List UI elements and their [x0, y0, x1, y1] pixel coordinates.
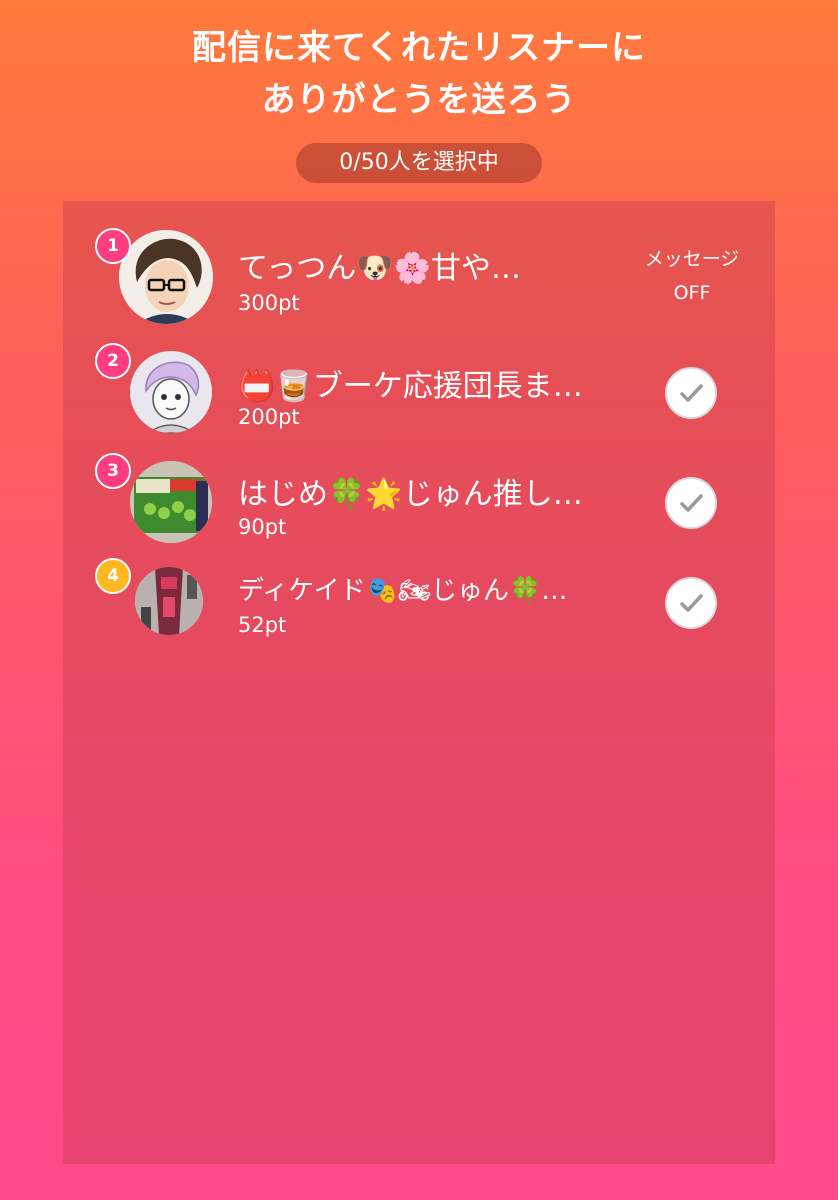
listener-name: てっつん🐶🌸甘や… — [238, 251, 521, 286]
off-label: OFF — [673, 282, 711, 304]
message-label: メッセージ — [644, 248, 740, 270]
listener-points: 200pt — [238, 405, 300, 429]
checkmark-icon — [680, 494, 703, 512]
rank-badge: 2 — [95, 343, 131, 379]
checkmark-icon — [680, 594, 703, 612]
listener-name: はじめ🍀🌟じゅん推し… — [238, 477, 583, 512]
avatar — [119, 230, 213, 324]
selection-count-badge: 0/50人を選択中 — [296, 143, 542, 183]
page-title: 配信に来てくれたリスナーに ありがとうを送ろう — [0, 22, 838, 126]
listener-row-2[interactable]: 2 📛🥃ブーケ応援団長ま… 200pt — [63, 341, 775, 451]
listener-row-3[interactable]: 3 はじめ🍀🌟じゅん推し… 90pt — [63, 451, 775, 561]
listener-points: 300pt — [238, 291, 300, 315]
listener-row-4[interactable]: 4 ディケイド🎭🏍じゅん🍀… 52pt — [63, 558, 775, 671]
avatar — [130, 351, 212, 433]
avatar — [130, 461, 212, 543]
avatar — [135, 567, 203, 635]
listener-list: 1 てっつん🐶🌸甘や… 300pt メッセージ OFF 2 📛🥃ブーケ応援団長ま… — [63, 201, 775, 1164]
checkmark-icon — [680, 384, 703, 402]
title-line-2: ありがとうを送ろう — [261, 80, 577, 120]
listener-points: 52pt — [238, 613, 287, 637]
select-checkbox[interactable] — [665, 477, 717, 529]
listener-points: 90pt — [238, 515, 287, 539]
rank-badge: 1 — [95, 228, 131, 264]
rank-badge: 4 — [95, 558, 131, 594]
select-checkbox[interactable] — [665, 577, 717, 629]
listener-name: 📛🥃ブーケ応援団長ま… — [238, 369, 583, 404]
title-line-1: 配信に来てくれたリスナーに — [192, 28, 646, 68]
listener-row-1: 1 てっつん🐶🌸甘や… 300pt メッセージ OFF — [63, 223, 775, 333]
message-off-status: メッセージ OFF — [631, 242, 753, 310]
select-checkbox[interactable] — [665, 367, 717, 419]
rank-badge: 3 — [95, 453, 131, 489]
listener-name: ディケイド🎭🏍じゅん🍀… — [238, 576, 568, 606]
